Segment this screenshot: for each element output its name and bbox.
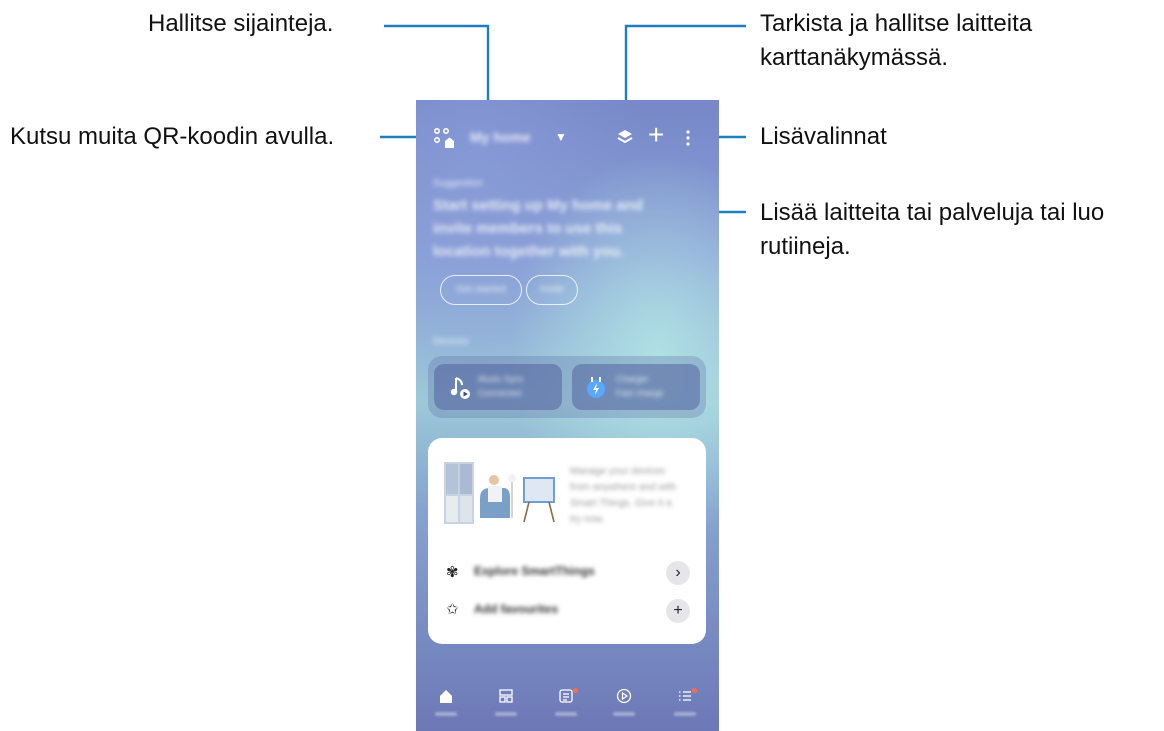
promo-line4: try now. <box>570 514 605 525</box>
promo-line2: from anywhere and with <box>570 482 677 493</box>
star-icon: ✩ <box>446 601 459 618</box>
nav-home[interactable] <box>433 688 459 716</box>
suggestion-title: Suggestion <box>433 178 484 189</box>
devices-panel: Music Sync Connected Charger Fast charge <box>428 356 706 418</box>
suggestion-text-line3: location together with you. <box>433 243 624 260</box>
nav-menu[interactable] <box>672 688 698 716</box>
promo-card: Manage your devices from anywhere and wi… <box>428 438 706 644</box>
callout-invite-qr: Kutsu muita QR-koodin avulla. <box>10 123 335 150</box>
promo-line3: Smart Things. Give it a <box>570 498 672 509</box>
notification-dot <box>573 688 578 693</box>
device-card-music[interactable]: Music Sync Connected <box>434 364 562 410</box>
menu-icon <box>679 691 691 701</box>
get-started-chip-label: Get started <box>456 284 506 295</box>
devices-icon <box>499 689 513 703</box>
nav-menu-label <box>674 712 696 716</box>
more-options-icon[interactable] <box>685 129 691 152</box>
promo-text: Manage your devices from anywhere and wi… <box>570 464 676 528</box>
device-music-name: Music Sync <box>478 374 525 384</box>
devices-header: Devices <box>433 336 469 347</box>
explore-label: Explore SmartThings <box>474 564 595 578</box>
chevron-down-icon[interactable]: ▼ <box>555 130 567 144</box>
callout-add-devices-line2: rutiineja. <box>760 233 851 260</box>
callout-map-view-line2: karttanäkymässä. <box>760 44 949 71</box>
qr-code-icon[interactable] <box>433 127 455 154</box>
power-plug-icon <box>584 376 608 405</box>
invite-chip-label: Invite <box>540 284 564 295</box>
nav-life[interactable] <box>553 688 579 716</box>
home-icon <box>440 690 452 703</box>
nav-life-label <box>555 712 577 716</box>
smartthings-icon: ✾ <box>446 564 459 581</box>
notification-dot <box>692 688 697 693</box>
callout-manage-locations: Hallitse sijainteja. <box>148 10 334 37</box>
callout-map-view-line1: Tarkista ja hallitse laitteita <box>760 10 1033 37</box>
play-circle-icon <box>616 688 632 704</box>
device-music-status: Connected <box>478 388 522 398</box>
device-charger-name: Charger <box>616 374 649 384</box>
suggestion-text-line1: Start setting up My home and <box>433 197 644 214</box>
nav-home-label <box>435 712 457 716</box>
nav-routines-label <box>613 712 635 716</box>
chevron-right-icon[interactable]: › <box>666 561 690 585</box>
suggestion-text-line2: invite members to use this <box>433 220 623 237</box>
suggestion-text: Start setting up My home and invite memb… <box>433 194 643 263</box>
device-charger-status: Fast charge <box>616 388 664 398</box>
map-view-icon[interactable] <box>616 128 634 151</box>
life-icon <box>559 689 573 703</box>
device-card-charger[interactable]: Charger Fast charge <box>572 364 700 410</box>
music-note-icon <box>448 376 472 405</box>
promo-illustration <box>444 458 564 526</box>
promo-line1: Manage your devices <box>570 466 666 477</box>
favorites-label: Add favourites <box>474 602 559 616</box>
location-selector[interactable]: My home <box>470 129 531 145</box>
callout-more-options: Lisävalinnat <box>760 123 887 150</box>
invite-chip[interactable]: Invite <box>526 275 578 305</box>
phone-screen: My home ▼ + Suggestion Start setting up … <box>416 100 719 731</box>
callout-add-devices-line1: Lisää laitteita tai palveluja tai luo <box>760 199 1105 226</box>
nav-devices-label <box>495 712 517 716</box>
add-favorite-icon[interactable]: + <box>666 599 690 623</box>
nav-routines[interactable] <box>611 688 637 716</box>
get-started-chip[interactable]: Get started <box>440 275 522 305</box>
nav-devices[interactable] <box>493 688 519 716</box>
add-icon[interactable]: + <box>648 121 664 149</box>
